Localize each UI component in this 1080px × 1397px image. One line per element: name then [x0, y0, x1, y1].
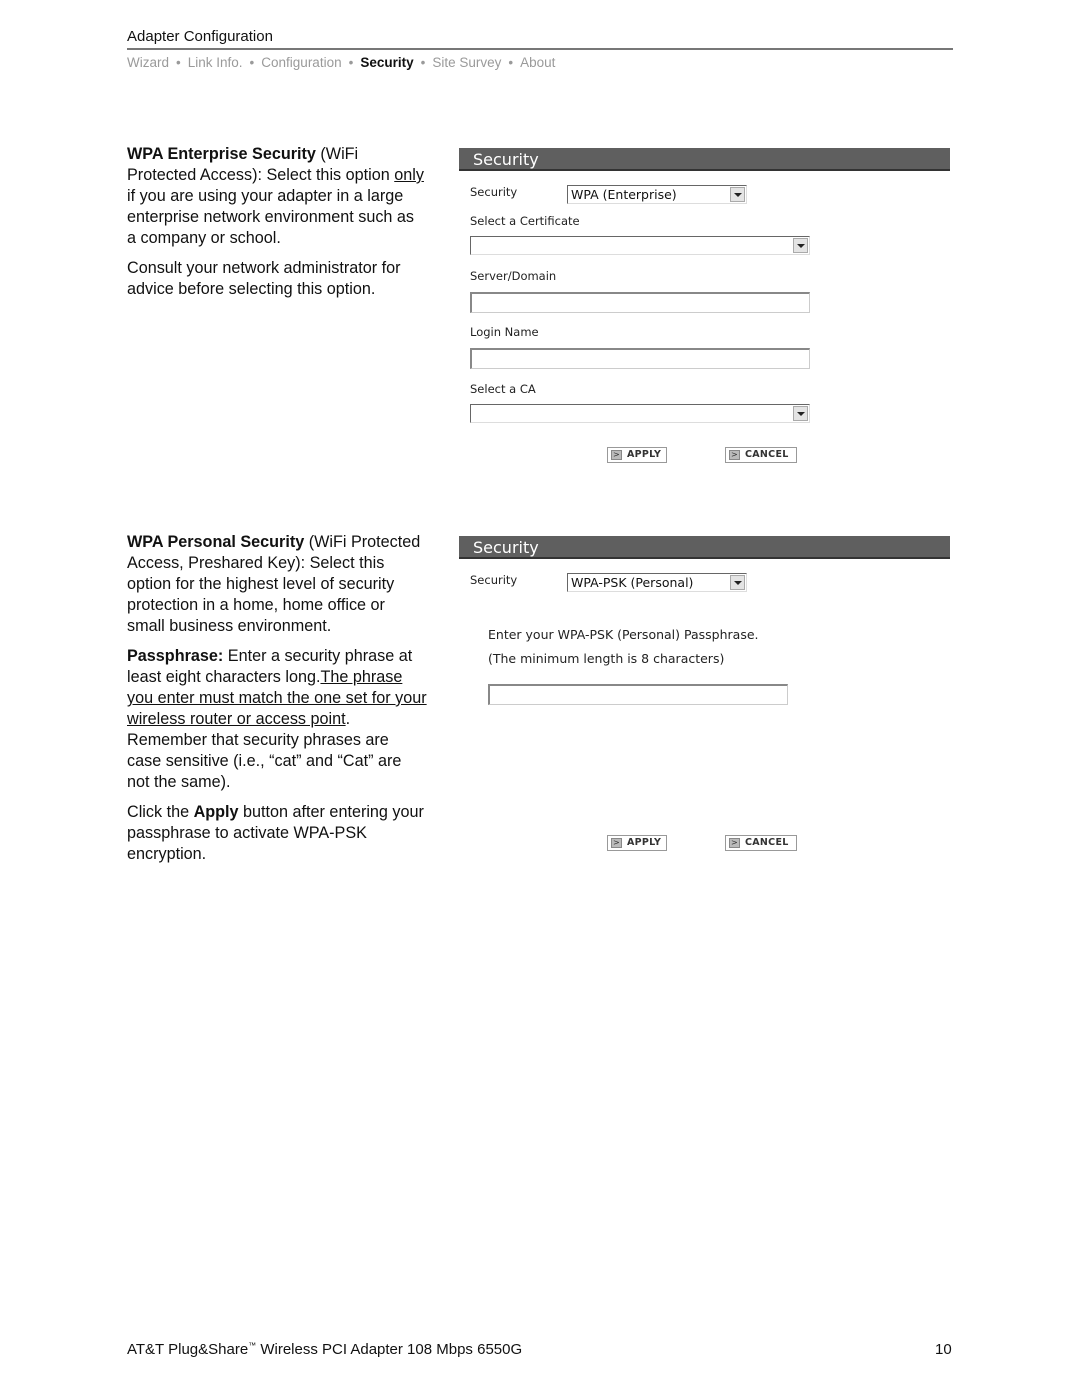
enterprise-advice: Consult your network administrator for a… — [127, 259, 401, 298]
footer-product-suffix: Wireless PCI Adapter 108 Mbps 6550G — [256, 1341, 523, 1358]
server-domain-input[interactable] — [470, 292, 810, 313]
nav-separator: • — [249, 55, 255, 70]
apply-button[interactable]: > APPLY — [607, 447, 667, 463]
enterprise-heading: WPA Enterprise Security — [127, 145, 316, 163]
security-select[interactable]: WPA-PSK (Personal) — [567, 573, 747, 592]
arrow-right-icon: > — [611, 838, 622, 848]
login-name-label: Login Name — [470, 325, 539, 339]
arrow-right-icon: > — [729, 450, 740, 460]
nav-configuration[interactable]: Configuration — [261, 55, 341, 70]
enterprise-security-panel: Security Security WPA (Enterprise) Selec… — [459, 148, 950, 468]
enterprise-description: WPA Enterprise Security (WiFi Protected … — [127, 144, 427, 309]
nav-about[interactable]: About — [520, 55, 555, 70]
nav-site-survey[interactable]: Site Survey — [432, 55, 501, 70]
login-name-input[interactable] — [470, 348, 810, 369]
apply-instr-bold: Apply — [193, 803, 239, 821]
panel-title: Security — [459, 536, 950, 559]
ca-label: Select a CA — [470, 382, 536, 396]
chevron-down-icon[interactable] — [730, 187, 745, 202]
apply-instr-pre: Click the — [127, 803, 194, 821]
trademark-symbol: ™ — [248, 1341, 257, 1350]
certificate-select[interactable] — [470, 236, 810, 255]
server-domain-label: Server/Domain — [470, 269, 557, 283]
ca-select[interactable] — [470, 404, 810, 423]
nav-separator: • — [176, 55, 181, 70]
nav-separator: • — [420, 55, 426, 70]
enterprise-intro: WPA Enterprise Security (WiFi Protected … — [127, 144, 427, 249]
chevron-down-icon[interactable] — [793, 406, 808, 421]
header-divider — [127, 48, 953, 50]
nav-link-info[interactable]: Link Info. — [188, 55, 243, 70]
arrow-right-icon: > — [611, 450, 622, 460]
apply-button-label: APPLY — [627, 449, 662, 460]
cancel-button[interactable]: > CANCEL — [725, 835, 797, 851]
footer-product-name: AT&T Plug&Share™ Wireless PCI Adapter 10… — [127, 1341, 522, 1358]
security-select-value: WPA-PSK (Personal) — [571, 575, 694, 590]
passphrase-min-length: (The minimum length is 8 characters) — [488, 651, 725, 666]
breadcrumb-nav: Wizard • Link Info. • Configuration • Security… — [127, 55, 555, 70]
nav-separator: • — [348, 55, 354, 70]
personal-description: WPA Personal Security (WiFi Protected Ac… — [127, 532, 427, 874]
passphrase-description: Passphrase: Enter a security phrase at l… — [127, 646, 427, 793]
chevron-down-icon[interactable] — [730, 575, 745, 590]
apply-instructions: Click the Apply button after entering yo… — [127, 802, 427, 865]
cancel-button-label: CANCEL — [745, 837, 789, 848]
nav-security[interactable]: Security — [360, 55, 413, 70]
security-select-value: WPA (Enterprise) — [571, 187, 677, 202]
emphasis-only: only — [394, 166, 424, 184]
page-number: 10 — [935, 1341, 952, 1358]
certificate-label: Select a Certificate — [470, 214, 580, 228]
apply-button[interactable]: > APPLY — [607, 835, 667, 851]
security-label: Security — [470, 573, 518, 587]
cancel-button-label: CANCEL — [745, 449, 789, 460]
arrow-right-icon: > — [729, 838, 740, 848]
personal-security-panel: Security Security WPA-PSK (Personal) Ent… — [459, 536, 950, 856]
nav-wizard[interactable]: Wizard — [127, 55, 169, 70]
nav-separator: • — [508, 55, 514, 70]
panel-title: Security — [459, 148, 950, 171]
personal-intro: WPA Personal Security (WiFi Protected Ac… — [127, 532, 427, 637]
page-header-title: Adapter Configuration — [127, 28, 273, 45]
personal-heading: WPA Personal Security — [127, 533, 305, 551]
passphrase-instruction: Enter your WPA-PSK (Personal) Passphrase… — [488, 627, 759, 642]
footer-product-prefix: AT&T Plug&Share — [127, 1341, 249, 1358]
enterprise-body: if you are using your adapter in a large… — [127, 187, 415, 247]
passphrase-input[interactable] — [488, 684, 788, 705]
security-label: Security — [470, 185, 518, 199]
chevron-down-icon[interactable] — [793, 238, 808, 253]
cancel-button[interactable]: > CANCEL — [725, 447, 797, 463]
apply-button-label: APPLY — [627, 837, 662, 848]
passphrase-heading: Passphrase: — [127, 647, 224, 665]
security-select[interactable]: WPA (Enterprise) — [567, 185, 747, 204]
